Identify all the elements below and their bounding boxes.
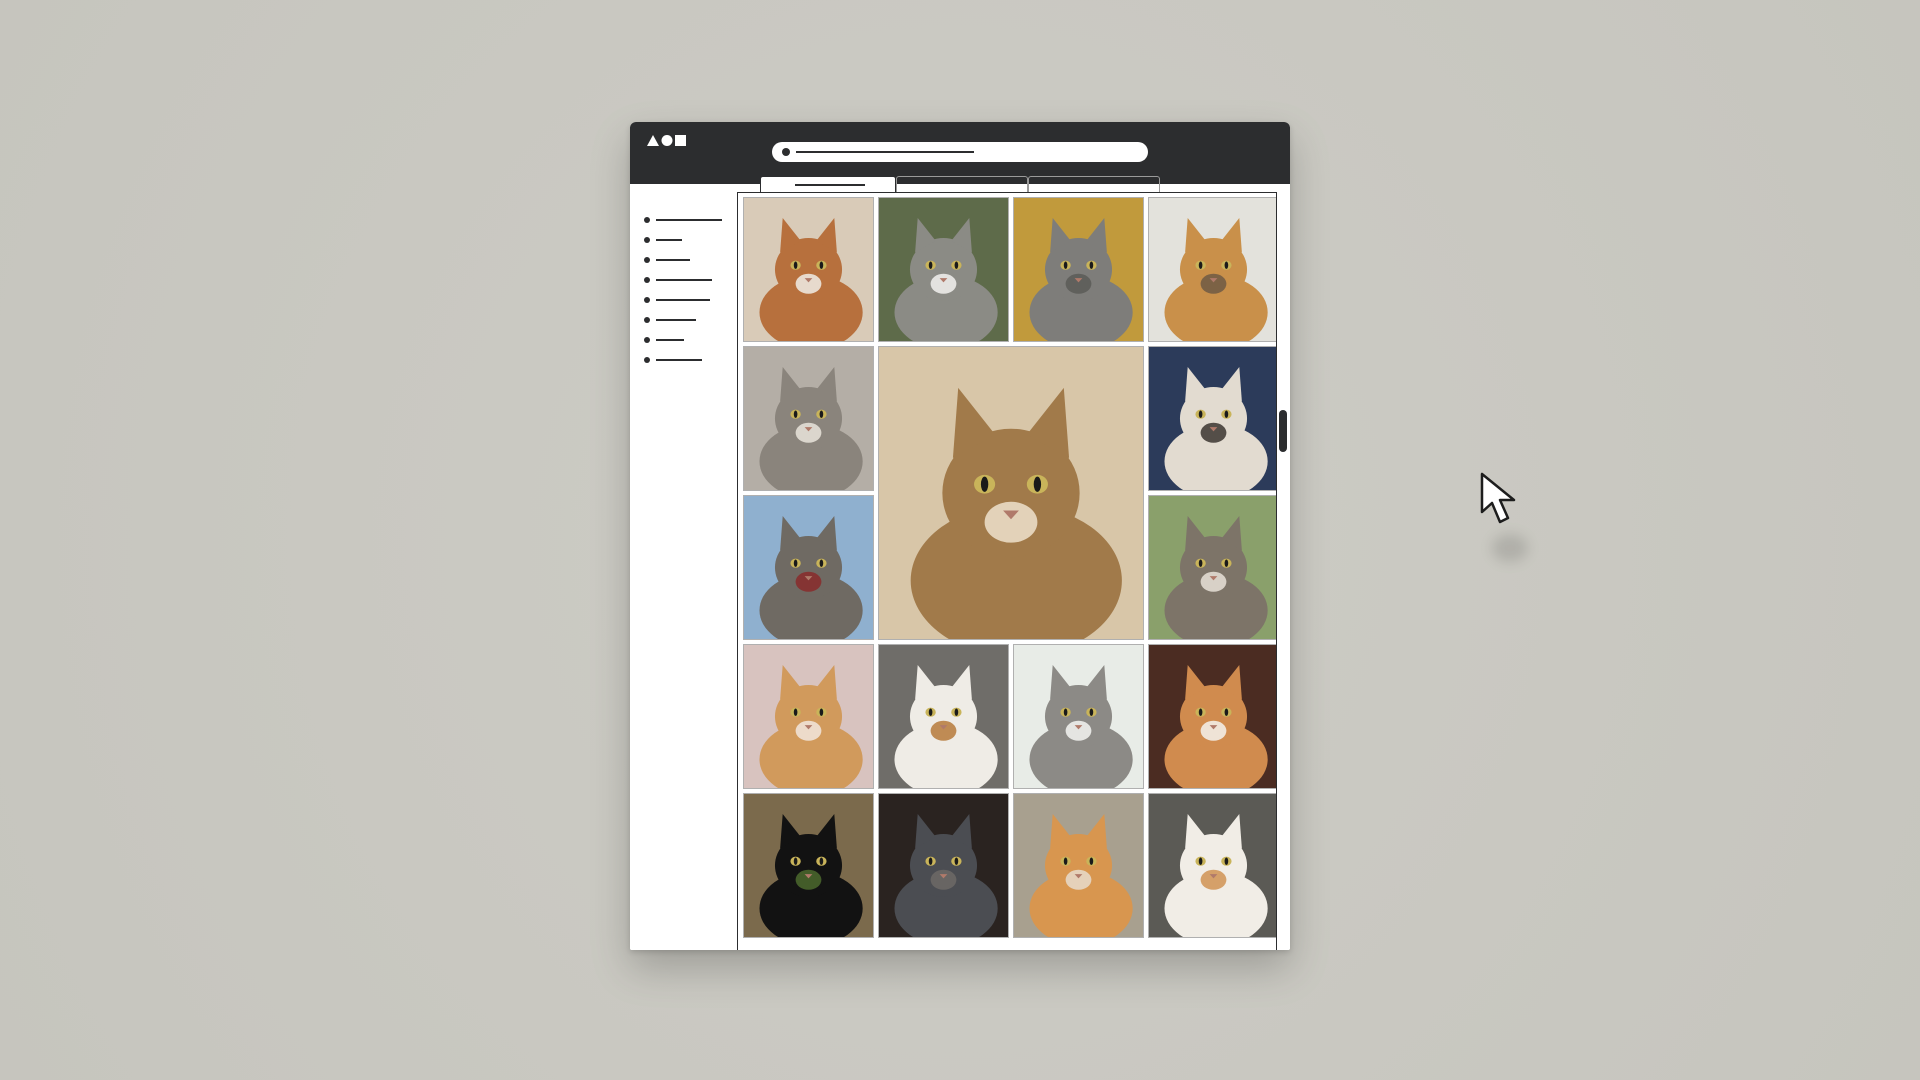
scrollbar-thumb[interactable] — [1279, 410, 1287, 452]
photo-tabby-portrait[interactable] — [1148, 495, 1279, 640]
tab-title-placeholder — [795, 184, 865, 186]
tab-active[interactable] — [760, 176, 896, 192]
address-dot-icon — [782, 148, 790, 156]
tab-2[interactable] — [896, 176, 1028, 192]
photo-dark-grey-tabby[interactable] — [878, 793, 1009, 938]
photo-grey-cat-upside-down[interactable] — [743, 346, 874, 491]
photo-siamese-cat[interactable] — [1148, 346, 1279, 491]
photo-black-cat-in-grass[interactable] — [743, 793, 874, 938]
title-bar — [630, 122, 1290, 184]
shapes-logo-icon — [647, 135, 686, 146]
mouse-pointer-icon — [1480, 472, 1516, 524]
photo-calico-cat-lying[interactable] — [878, 644, 1009, 789]
photo-ginger-cat-lying[interactable] — [743, 644, 874, 789]
cursor-shadow — [1492, 534, 1528, 562]
photo-tabby-cat-closeup[interactable] — [878, 346, 1144, 640]
photo-white-grey-cat[interactable] — [878, 197, 1009, 342]
photo-grey-tabby-sitting[interactable] — [1013, 197, 1144, 342]
address-bar[interactable] — [772, 142, 1148, 162]
browser-window — [630, 122, 1290, 950]
photo-two-cats-cuddling[interactable] — [743, 197, 874, 342]
photo-white-ginger-cat-standing[interactable] — [1148, 793, 1279, 938]
scrollbar[interactable] — [1276, 192, 1290, 950]
address-text-placeholder — [796, 151, 974, 153]
photo-orange-white-cat[interactable] — [1148, 644, 1279, 789]
photo-grey-kitten-sitting[interactable] — [1013, 644, 1144, 789]
photo-ginger-and-tabby-pair[interactable] — [1148, 197, 1279, 342]
photo-gallery — [740, 192, 1282, 950]
sidebar — [630, 192, 738, 950]
photo-orange-cat-resting[interactable] — [1013, 793, 1144, 938]
photo-tabby-with-red-collar[interactable] — [743, 495, 874, 640]
tab-3[interactable] — [1028, 176, 1160, 192]
